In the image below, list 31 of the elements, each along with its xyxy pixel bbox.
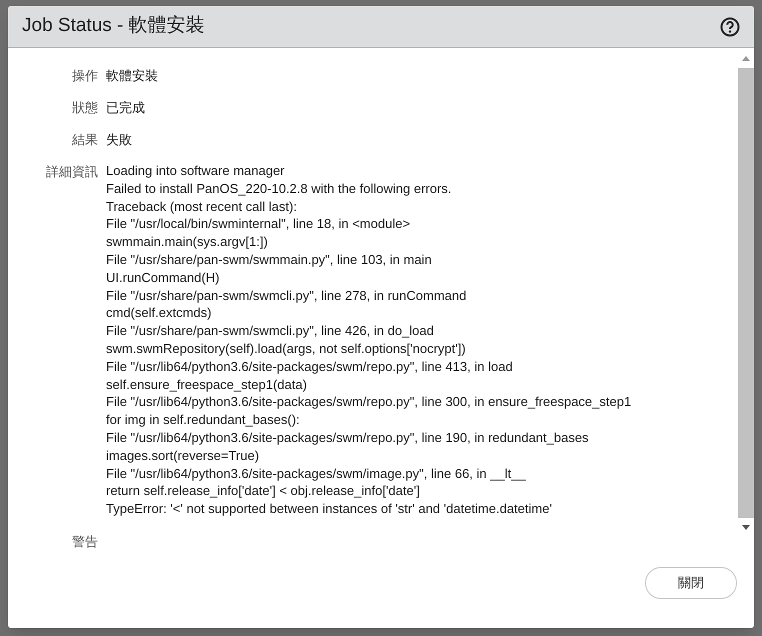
field-value: 失敗	[106, 131, 132, 149]
detail-line: File "/usr/share/pan-swm/swmcli.py", line 426, in do_load	[106, 322, 435, 340]
field-value: 軟體安裝	[106, 67, 158, 85]
detail-line: return self.release_info['date'] < obj.release_info['date']	[106, 482, 421, 500]
detail-line: UI.runCommand(H)	[106, 268, 220, 287]
field-label: 狀態	[71, 99, 99, 117]
detail-line: File "/usr/lib64/python3.6/site-packages/swm/repo.py", line 190, in redundant_bases	[106, 428, 590, 447]
detail-line: File "/usr/lib64/python3.6/site-packages/swm/repo.py", line 413, in load	[106, 358, 514, 376]
detail-line: Traceback (most recent call last):	[106, 198, 298, 216]
detail-line: for img in self.redundant_bases():	[106, 411, 301, 429]
close-button[interactable]: 關閉	[645, 567, 737, 599]
detail-line: File "/usr/share/pan-swm/swmcli.py", line 278, in runCommand	[106, 286, 468, 304]
detail-line: TypeError: '<' not supported between instances of 'str' and 'datetime.datetime'	[106, 500, 553, 518]
detail-line: File "/usr/lib64/python3.6/site-packages/swm/repo.py", line 300, in ensure_freespace_step1	[106, 393, 632, 412]
detail-line: File "/usr/lib64/python3.6/site-packages/swm/image.py", line 66, in __lt__	[106, 464, 527, 482]
detail-line: File "/usr/share/pan-swm/swmmain.py", line 103, in main	[106, 250, 433, 269]
field-label: 警告	[71, 532, 99, 551]
detail-line: swmmain.main(sys.argv[1:])	[106, 233, 269, 251]
field-label: 詳細資訊	[45, 163, 99, 181]
detail-line: Loading into software manager	[106, 162, 286, 180]
detail-line: File "/usr/local/bin/swminternal", line 18, in <module>	[106, 215, 412, 234]
field-label: 結果	[71, 131, 99, 149]
field-value: 已完成	[106, 99, 145, 117]
dialog-title: Job Status - 軟體安裝	[22, 14, 205, 38]
help-icon[interactable]	[720, 16, 740, 36]
detail-line: cmd(self.extcmds)	[106, 304, 212, 322]
detail-line: swm.swmRepository(self).load(args, not self.options['nocrypt'])	[106, 340, 467, 358]
detail-line: self.ensure_freespace_step1(data)	[106, 376, 308, 394]
field-label: 操作	[71, 67, 99, 85]
detail-line: Failed to install PanOS_220-10.2.8 with the following errors.	[106, 180, 452, 198]
detail-line: images.sort(reverse=True)	[106, 446, 260, 465]
